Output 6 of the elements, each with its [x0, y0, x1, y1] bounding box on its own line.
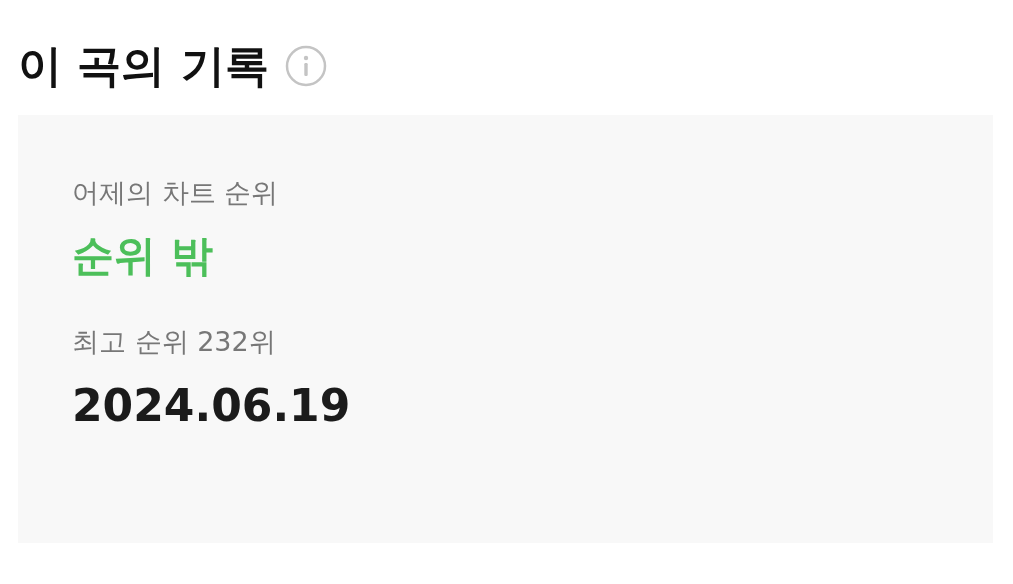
info-icon[interactable]	[284, 45, 327, 88]
section-title: 이 곡의 기록	[18, 40, 269, 93]
best-rank-label: 최고 순위 232위	[72, 325, 277, 358]
best-rank-date: 2024.06.19	[72, 379, 352, 433]
yesterday-rank-value: 순위 밖	[72, 231, 214, 282]
yesterday-rank-label: 어제의 차트 순위	[72, 176, 280, 210]
